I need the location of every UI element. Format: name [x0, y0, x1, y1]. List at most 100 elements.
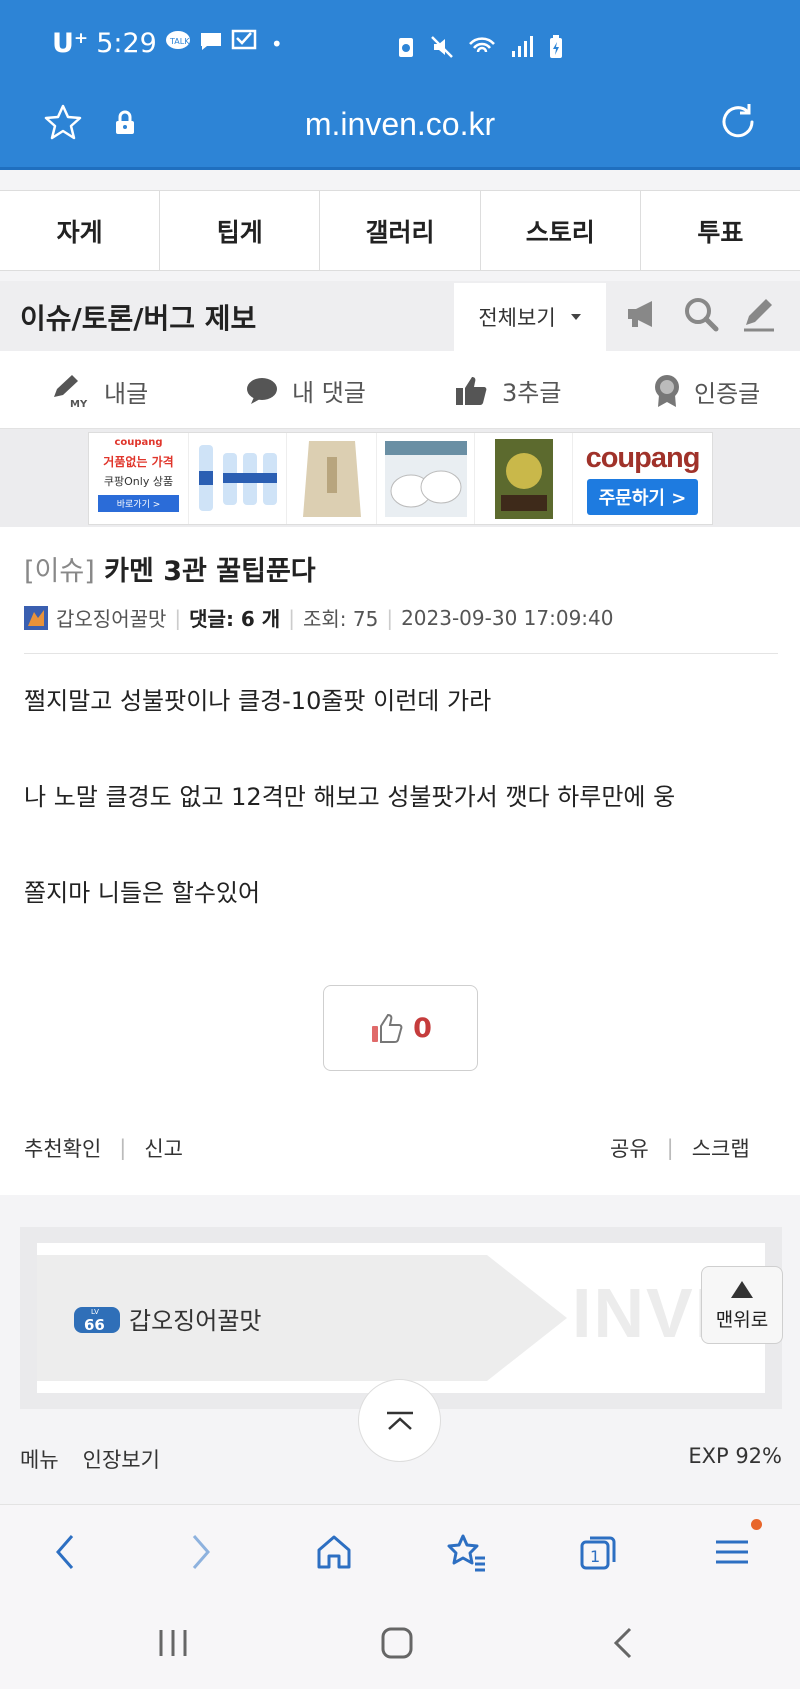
- back-to-top-label: 맨위로: [715, 1308, 769, 1331]
- system-back-button[interactable]: [608, 1626, 642, 1664]
- ad-headline-cell: coupang 거품없는 가격 쿠팡Only 상품 바로가기 >: [89, 433, 189, 524]
- url-text[interactable]: m.inven.co.kr: [0, 106, 800, 143]
- filter-verified[interactable]: 인증글: [652, 373, 760, 409]
- signature-card-inner: INVEN LV66 갑오징어꿀맛: [37, 1243, 765, 1393]
- svg-text:TALK: TALK: [169, 37, 190, 46]
- home-square-icon: [381, 1627, 413, 1659]
- browser-nav-bar: 1: [0, 1504, 800, 1598]
- signature-author-name: 갑오징어꿀맛: [129, 1307, 262, 1335]
- ad-product-water: [189, 433, 287, 524]
- back-button[interactable]: [40, 1527, 90, 1577]
- tab-vote[interactable]: 투표: [641, 191, 800, 270]
- board-tabs: 자게 팁게 갤러리 스토리 투표: [0, 190, 800, 271]
- write-pencil-icon[interactable]: [740, 295, 778, 333]
- ad-product-tissue: [475, 433, 573, 524]
- signature-author[interactable]: LV 66 갑오징어꿀맛: [73, 1301, 261, 1336]
- svg-text:LV: LV: [91, 1308, 99, 1316]
- filter-label: 내글: [104, 379, 149, 408]
- ad-cta-small: 바로가기 >: [98, 495, 179, 512]
- tab-tip-board[interactable]: 팁게: [160, 191, 321, 270]
- thumbs-up-outline-icon: [372, 1013, 403, 1043]
- comment-count[interactable]: 댓글: 6 개: [189, 603, 280, 632]
- view-stamp-link[interactable]: 인장보기: [83, 1444, 160, 1474]
- filter-label: 내 댓글: [292, 379, 366, 407]
- author-name[interactable]: 갑오징어꿀맛: [56, 603, 166, 632]
- chevron-left-icon: [56, 1535, 74, 1569]
- chevron-up-bar-icon: [386, 1411, 413, 1430]
- reload-icon[interactable]: [716, 100, 760, 148]
- signature-footer-left: 메뉴 인장보기: [20, 1444, 160, 1474]
- mute-icon: [431, 36, 453, 58]
- ad-sub: 쿠팡Only 상품: [103, 475, 174, 488]
- signal-icon: [512, 36, 533, 57]
- ad-brand-small: coupang: [114, 437, 163, 448]
- menu-link[interactable]: 메뉴: [20, 1444, 59, 1474]
- author-avatar-icon: [24, 605, 48, 630]
- post-datetime: 2023-09-30 17:09:40: [401, 605, 614, 630]
- back-chevron-icon: [613, 1627, 632, 1659]
- browser-menu-button[interactable]: [707, 1527, 757, 1577]
- recents-button[interactable]: [156, 1626, 190, 1664]
- star-list-icon: [447, 1534, 485, 1572]
- scrap-link[interactable]: 스크랩: [692, 1133, 750, 1163]
- dropdown-arrow-icon: [570, 314, 581, 320]
- check-recommend-link[interactable]: 추천확인: [24, 1133, 101, 1163]
- carrier-label: U⁺: [52, 28, 89, 59]
- article-actions-right: 공유 | 스크랩: [610, 1133, 750, 1163]
- badge-icon: [655, 375, 679, 407]
- like-count: 0: [413, 1012, 432, 1044]
- filter-my-comments[interactable]: 내 댓글: [246, 373, 366, 408]
- article-body-line: 나 노말 클경도 없고 12격만 해보고 성불팟가서 깻다 하루만에 웅: [24, 783, 676, 811]
- svg-text:1: 1: [590, 1547, 600, 1566]
- back-to-top-button[interactable]: 맨위로: [701, 1266, 783, 1344]
- filter-recommended[interactable]: 3추글: [454, 373, 561, 408]
- tabs-button[interactable]: 1: [574, 1527, 624, 1577]
- view-count: 조회: 75: [302, 607, 379, 631]
- board-header: 이슈/토론/버그 제보 전체보기: [0, 281, 800, 351]
- view-select[interactable]: 전체보기: [454, 283, 606, 351]
- tab-free-board[interactable]: 자게: [0, 191, 161, 270]
- article: [이슈] 카멘 3관 꿀팁푼다 갑오징어꿀맛 | 댓글: 6 개 | 조회: 7…: [0, 527, 800, 1195]
- article-body-line: 쩔지말고 성불팟이나 클경-10줄팟 이런데 가라: [24, 687, 492, 715]
- board-title[interactable]: 이슈/토론/버그 제보: [20, 297, 256, 337]
- filter-my-posts[interactable]: MY 내글: [50, 373, 148, 409]
- ad-product-mask: [377, 433, 475, 524]
- article-title: [이슈] 카멘 3관 꿀팁푼다: [24, 549, 316, 588]
- chevron-right-icon: [192, 1535, 210, 1569]
- divider: [24, 653, 778, 654]
- message-icon: [199, 28, 223, 59]
- ad-headline: 거품없는 가격: [103, 455, 174, 469]
- home-system-button[interactable]: [380, 1626, 414, 1664]
- megaphone-icon[interactable]: [624, 295, 662, 333]
- filter-label: 3추글: [502, 379, 562, 407]
- tab-story[interactable]: 스토리: [481, 191, 641, 270]
- home-icon: [317, 1535, 351, 1569]
- search-icon[interactable]: [682, 295, 720, 333]
- order-button[interactable]: 주문하기 >: [586, 479, 699, 515]
- recents-icon: [159, 1630, 187, 1656]
- forward-button[interactable]: [176, 1527, 226, 1577]
- signature-footer: 메뉴 인장보기 EXP 92%: [0, 1440, 800, 1500]
- my-pen-icon: MY: [54, 375, 88, 409]
- system-nav-bar: [0, 1598, 800, 1689]
- ad-brand-cell: coupang 주문하기 >: [573, 433, 712, 524]
- article-meta: 갑오징어꿀맛 | 댓글: 6 개 | 조회: 75 | 2023-09-30 1…: [24, 603, 613, 632]
- status-left: U⁺ 5:29 TALK •: [52, 28, 283, 59]
- article-tag: [이슈]: [24, 556, 95, 587]
- post-filters: MY 내글 내 댓글 3추글 인증글: [0, 351, 800, 429]
- wifi-icon: [469, 37, 495, 53]
- article-body-line: 쫄지마 니들은 할수있어: [24, 879, 261, 907]
- home-button[interactable]: [309, 1527, 359, 1577]
- notification-dot: [751, 1519, 762, 1530]
- coupang-ad-banner[interactable]: coupang 거품없는 가격 쿠팡Only 상품 바로가기 > coupang…: [88, 432, 713, 525]
- comment-icon: [247, 377, 277, 404]
- like-button[interactable]: 0: [323, 985, 478, 1071]
- report-link[interactable]: 신고: [144, 1133, 183, 1163]
- view-select-label: 전체보기: [478, 306, 556, 330]
- share-link[interactable]: 공유: [610, 1133, 649, 1163]
- tab-gallery[interactable]: 갤러리: [320, 191, 481, 270]
- bookmarks-button[interactable]: [442, 1527, 492, 1577]
- dot-icon: •: [270, 31, 283, 56]
- tabs-count-icon: 1: [580, 1536, 616, 1570]
- svg-text:MY: MY: [70, 399, 88, 409]
